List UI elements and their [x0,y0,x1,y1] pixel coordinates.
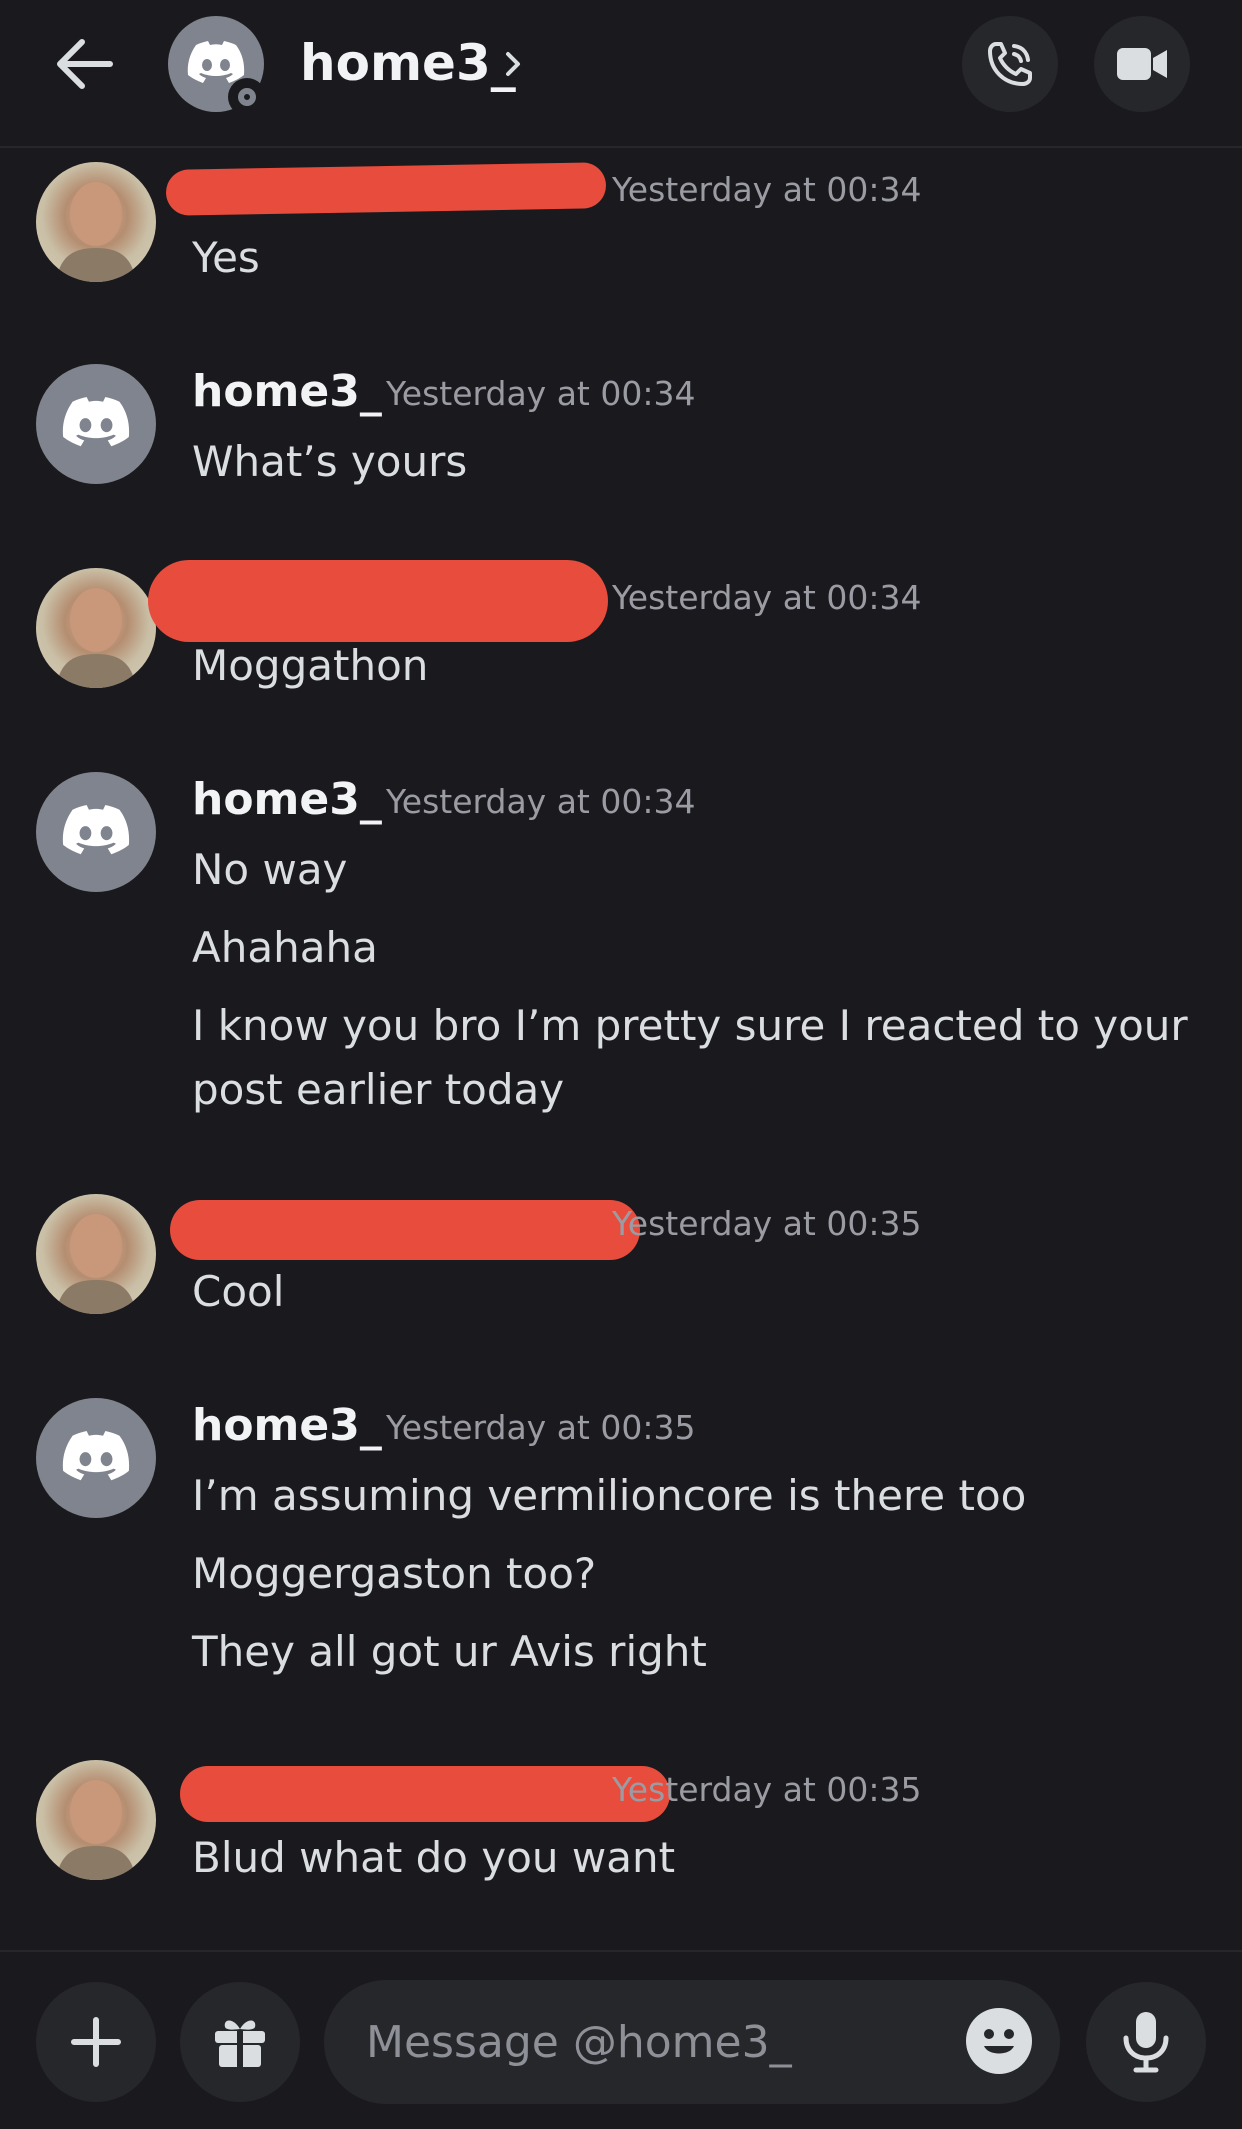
message-group: Yesterday at 00:35 Cool [0,1180,1242,1370]
message-timestamp: Yesterday at 00:35 [612,1204,922,1243]
redacted-username [180,1766,670,1822]
profile-photo [56,1214,136,1314]
message-text[interactable]: Ahahaha [192,916,1192,980]
voice-message-button[interactable] [1086,1982,1206,2102]
message-timestamp: Yesterday at 00:34 [386,374,696,413]
profile-photo [56,588,136,688]
message-group: Yesterday at 00:35 Blud what do you want [0,1746,1242,1936]
message-text[interactable]: I know you bro I’m pretty sure I reacted… [192,994,1192,1122]
message-timestamp: Yesterday at 00:34 [386,782,696,821]
message-input[interactable] [324,1980,1060,2104]
user-avatar[interactable] [36,568,156,688]
redacted-username [170,1200,640,1260]
user-avatar[interactable] [36,1760,156,1880]
chevron-right-icon[interactable] [502,44,526,84]
redacted-username [165,162,607,216]
message-text[interactable]: Cool [192,1260,1192,1324]
message-group: Yesterday at 00:34 Moggathon [0,554,1242,744]
discord-logo-icon [62,1431,130,1481]
message-timestamp: Yesterday at 00:35 [612,1770,922,1809]
attach-button[interactable] [36,1982,156,2102]
message-text[interactable]: Yes [192,226,1192,290]
message-text[interactable]: I’m assuming vermilioncore is there too [192,1464,1192,1528]
phone-call-icon [988,42,1032,86]
discord-logo-icon [62,397,130,447]
message-text[interactable]: Blud what do you want [192,1826,1192,1890]
message-group: home3_ Yesterday at 00:35 I’m assuming v… [0,1384,1242,1754]
redacted-username [148,560,608,642]
video-call-button[interactable] [1094,16,1190,112]
emoji-icon [984,2029,1014,2054]
message-group: Yesterday at 00:34 Yes [0,146,1242,336]
profile-photo [56,182,136,282]
message-author[interactable]: home3_ [192,364,382,420]
user-avatar[interactable] [36,364,156,484]
message-timestamp: Yesterday at 00:34 [612,578,922,617]
discord-logo-icon [62,805,130,855]
message-author[interactable]: home3_ [192,1398,382,1454]
message-timestamp: Yesterday at 00:34 [612,170,922,209]
gift-icon [215,2020,265,2067]
user-avatar[interactable] [36,772,156,892]
message-composer [0,1950,1242,2129]
user-avatar[interactable] [36,1398,156,1518]
profile-photo [56,1780,136,1880]
message-text[interactable]: No way [192,838,1192,902]
message-group: home3_ Yesterday at 00:34 No way Ahahaha… [0,758,1242,1128]
arrow-left-icon[interactable] [52,36,116,92]
chat-header: home3_ [0,0,1242,148]
message-text[interactable]: Moggergaston too? [192,1542,1192,1606]
voice-call-button[interactable] [962,16,1058,112]
video-camera-icon [1117,48,1167,80]
message-text[interactable]: What’s yours [192,430,1192,494]
emoji-button[interactable] [966,2008,1032,2074]
message-text[interactable]: Moggathon [192,634,1192,698]
status-indicator [228,78,266,116]
message-author[interactable]: home3_ [192,772,382,828]
user-avatar[interactable] [36,162,156,282]
header-username[interactable]: home3_ [300,28,516,98]
user-avatar[interactable] [36,1194,156,1314]
microphone-icon [1123,2012,1169,2073]
gift-button[interactable] [180,1982,300,2102]
plus-icon [71,2017,121,2067]
message-text[interactable]: They all got ur Avis right [192,1620,1192,1684]
message-timestamp: Yesterday at 00:35 [386,1408,696,1447]
message-group: home3_ Yesterday at 00:34 What’s yours [0,350,1242,540]
